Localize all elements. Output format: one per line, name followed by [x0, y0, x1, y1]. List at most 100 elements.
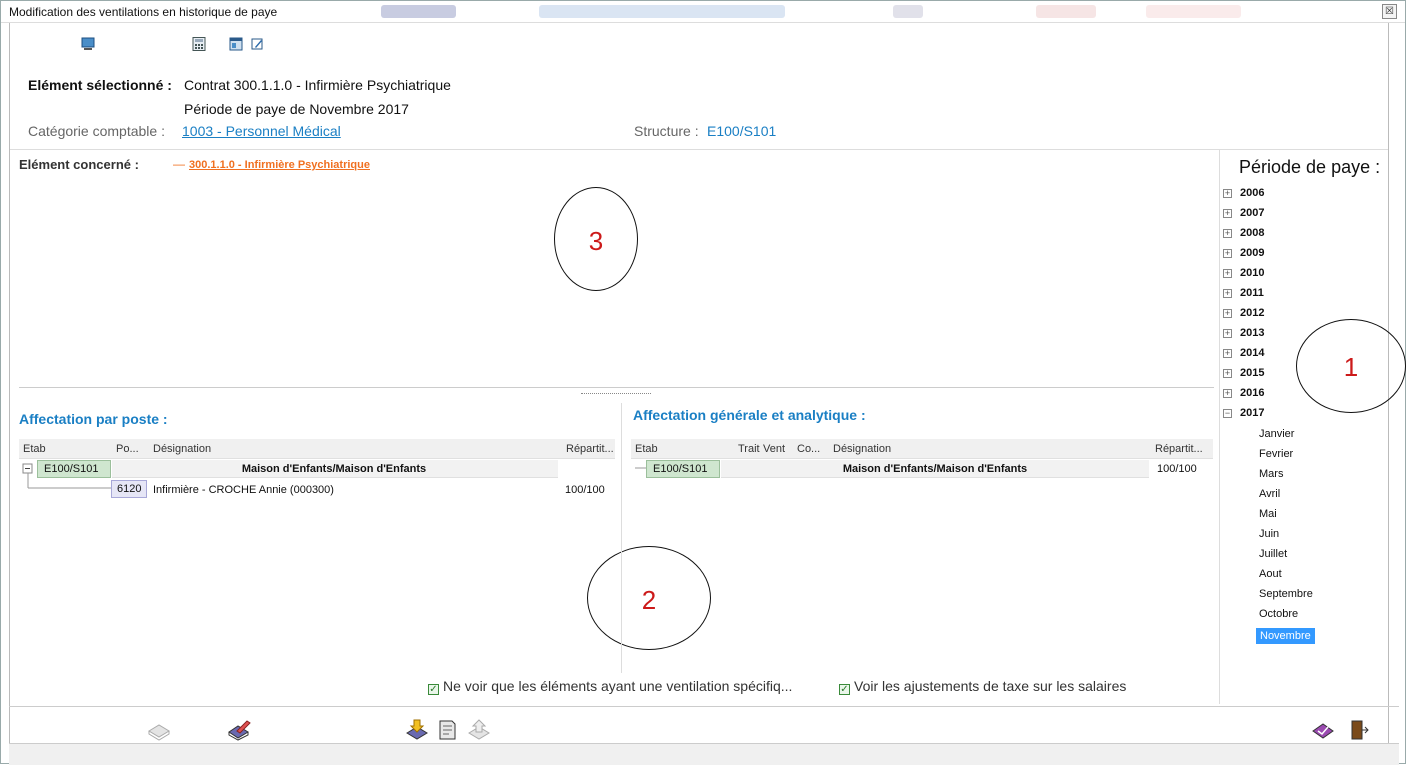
year-node[interactable]: +2007: [1223, 207, 1264, 223]
year-node[interactable]: −2017: [1223, 407, 1264, 423]
column-header[interactable]: Vent: [763, 443, 785, 455]
year-label: 2013: [1240, 327, 1265, 339]
etab-node[interactable]: E100/S101: [646, 460, 720, 478]
book-disabled-icon[interactable]: [147, 719, 171, 741]
annotation-circle-3: 3: [554, 187, 638, 291]
generale-table-header: [631, 439, 1213, 459]
checkbox-mark[interactable]: ✓: [428, 684, 439, 695]
window-icon[interactable]: [229, 37, 243, 51]
calculator-icon[interactable]: [192, 37, 206, 51]
exit-door-icon[interactable]: [1347, 719, 1371, 741]
annotation-number: 3: [588, 226, 604, 256]
selected-element-label: Elément sélectionné :: [28, 77, 172, 93]
column-header[interactable]: Po...: [116, 443, 139, 455]
element-concerned-link[interactable]: 300.1.1.0 - Infirmière Psychiatrique: [189, 159, 370, 171]
expand-icon[interactable]: +: [1223, 308, 1232, 318]
dialog-window: Modification des ventilations en histori…: [0, 0, 1406, 765]
year-node[interactable]: +2006: [1223, 187, 1264, 203]
row-designation[interactable]: Infirmière - CROCHE Annie (000300): [153, 484, 334, 496]
year-node[interactable]: +2014: [1223, 347, 1264, 363]
selected-element-value: Contrat 300.1.1.0 - Infirmière Psychiatr…: [184, 77, 451, 93]
poste-node[interactable]: 6120: [111, 480, 148, 498]
column-header[interactable]: Etab: [635, 443, 658, 455]
column-header[interactable]: Désignation: [833, 443, 891, 455]
expand-icon[interactable]: +: [1223, 248, 1232, 258]
only-specific-checkbox[interactable]: ✓ Ne voir que les éléments ayant une vent…: [428, 678, 792, 695]
row-designation[interactable]: Maison d'Enfants/Maison d'Enfants: [111, 463, 557, 475]
row-repartition: 100/100: [565, 484, 605, 496]
month-item[interactable]: Juillet: [1259, 548, 1287, 560]
pane-splitter: [19, 387, 1214, 388]
expand-icon[interactable]: +: [1223, 368, 1232, 378]
book-edit-icon[interactable]: [227, 719, 251, 741]
column-header[interactable]: Co...: [797, 443, 820, 455]
tax-adjust-checkbox[interactable]: ✓ Voir les ajustements de taxe sur les sa…: [839, 678, 1126, 695]
year-label: 2010: [1240, 267, 1265, 279]
year-label: 2007: [1240, 207, 1265, 219]
poste-table-header: [19, 439, 615, 459]
expand-icon[interactable]: +: [1223, 348, 1232, 358]
expand-icon[interactable]: +: [1223, 388, 1232, 398]
year-node[interactable]: +2011: [1223, 287, 1264, 303]
expand-icon[interactable]: +: [1223, 188, 1232, 198]
poste-section-title: Affectation par poste :: [19, 411, 168, 427]
row-designation[interactable]: Maison d'Enfants/Maison d'Enfants: [721, 463, 1149, 475]
year-label: 2017: [1240, 407, 1265, 419]
window-title: Modification des ventilations en histori…: [9, 5, 278, 19]
month-item[interactable]: Aout: [1259, 568, 1282, 580]
category-label: Catégorie comptable :: [28, 123, 165, 139]
year-node[interactable]: +2010: [1223, 267, 1264, 283]
month-item[interactable]: Novembre: [1256, 628, 1315, 644]
year-node[interactable]: +2015: [1223, 367, 1264, 383]
column-header[interactable]: Répartit...: [566, 443, 614, 455]
expand-icon[interactable]: +: [1223, 268, 1232, 278]
year-node[interactable]: +2012: [1223, 307, 1264, 323]
element-concerned-label: Elément concerné :: [19, 157, 139, 172]
month-item[interactable]: Septembre: [1259, 588, 1313, 600]
generale-section-title: Affectation générale et analytique :: [633, 407, 866, 423]
month-item[interactable]: Mai: [1259, 508, 1277, 520]
expand-icon[interactable]: +: [1223, 208, 1232, 218]
checkbox-label: Ne voir que les éléments ayant une venti…: [443, 678, 793, 694]
document-icon[interactable]: [435, 719, 459, 741]
validate-icon[interactable]: [1311, 719, 1335, 741]
monitor-icon[interactable]: [81, 37, 95, 51]
status-bar: [9, 743, 1399, 765]
blurred-region: [1146, 5, 1241, 18]
close-button[interactable]: ☒: [1382, 4, 1397, 19]
collapse-icon[interactable]: −: [1223, 408, 1232, 418]
month-item[interactable]: Janvier: [1259, 428, 1294, 440]
month-item[interactable]: Avril: [1259, 488, 1280, 500]
structure-value: E100/S101: [707, 123, 777, 139]
checkbox-mark[interactable]: ✓: [839, 684, 850, 695]
splitter-grip[interactable]: [581, 393, 651, 395]
pay-period-text: Période de paye de Novembre 2017: [184, 101, 409, 117]
category-link[interactable]: 1003 - Personnel Médical: [182, 123, 341, 139]
year-node[interactable]: +2016: [1223, 387, 1264, 403]
blurred-region: [381, 5, 456, 18]
year-label: 2016: [1240, 387, 1265, 399]
month-item[interactable]: Fevrier: [1259, 448, 1293, 460]
import-icon[interactable]: [405, 719, 429, 741]
column-header[interactable]: Répartit...: [1155, 443, 1203, 455]
column-header[interactable]: Désignation: [153, 443, 211, 455]
expand-icon[interactable]: +: [1223, 288, 1232, 298]
expand-icon[interactable]: +: [1223, 328, 1232, 338]
etab-node[interactable]: E100/S101: [37, 460, 111, 478]
month-item[interactable]: Octobre: [1259, 608, 1298, 620]
export-disabled-icon[interactable]: [467, 719, 491, 741]
month-item[interactable]: Mars: [1259, 468, 1283, 480]
month-item[interactable]: Juin: [1259, 528, 1279, 540]
expand-icon[interactable]: +: [1223, 228, 1232, 238]
column-header[interactable]: Trait: [738, 443, 760, 455]
year-label: 2006: [1240, 187, 1265, 199]
blurred-region: [539, 5, 785, 18]
year-node[interactable]: +2008: [1223, 227, 1264, 243]
blurred-region: [893, 5, 923, 18]
column-header[interactable]: Etab: [23, 443, 46, 455]
edit-icon[interactable]: [250, 37, 264, 51]
year-label: 2008: [1240, 227, 1265, 239]
year-node[interactable]: +2009: [1223, 247, 1264, 263]
checkbox-label: Voir les ajustements de taxe sur les sal…: [854, 678, 1127, 694]
year-node[interactable]: +2013: [1223, 327, 1264, 343]
